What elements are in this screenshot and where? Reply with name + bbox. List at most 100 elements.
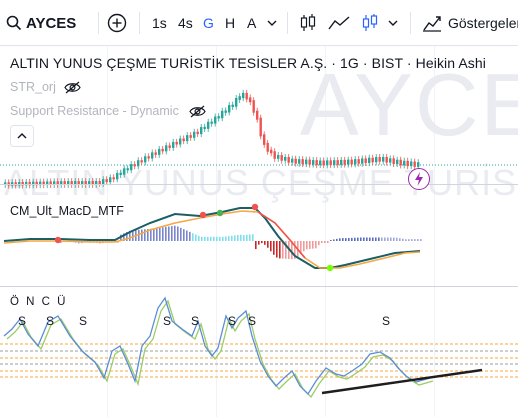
- macd-histogram-bar: [153, 228, 155, 241]
- macd-histogram-bar: [186, 230, 188, 241]
- candle-body: [336, 160, 339, 165]
- candle-body: [130, 164, 133, 171]
- interval-1s[interactable]: 1s: [152, 11, 167, 35]
- candle-body: [231, 104, 234, 108]
- chart-style-dropdown[interactable]: [386, 11, 400, 35]
- candle-body: [249, 97, 252, 103]
- macd-histogram-bar: [342, 238, 344, 241]
- interval-h[interactable]: H: [225, 11, 235, 35]
- candle-body: [284, 156, 287, 161]
- collapse-legend-button[interactable]: [10, 125, 34, 147]
- macd-histogram-bar: [165, 226, 167, 241]
- macd-cross-dot: [251, 203, 259, 211]
- compare-symbol-button[interactable]: [106, 11, 128, 35]
- macd-histogram-bar: [171, 226, 173, 241]
- macd-indicator-label[interactable]: CM_Ult_MacD_MTF: [10, 204, 124, 218]
- candle-body: [294, 158, 297, 164]
- candle-body: [406, 160, 409, 167]
- candle-body: [413, 161, 416, 167]
- pane-divider: [0, 184, 518, 185]
- macd-histogram-bar: [204, 236, 206, 241]
- candle-body: [371, 157, 374, 163]
- interval-dropdown[interactable]: [265, 11, 279, 35]
- candle-body: [301, 159, 304, 165]
- candle-body: [273, 151, 276, 159]
- indicators-label: Göstergeler: [448, 15, 518, 31]
- heikin-ashi-icon: [362, 14, 378, 31]
- macd-cross-dot: [216, 209, 224, 217]
- macd-histogram-bar: [411, 239, 413, 241]
- macd-histogram-bar: [399, 238, 401, 241]
- interval-g[interactable]: G: [203, 11, 214, 35]
- indicators-button[interactable]: Göstergeler: [422, 11, 518, 35]
- candle-body: [165, 145, 168, 152]
- heikin-ashi-style-button[interactable]: [361, 11, 379, 35]
- symbol-search[interactable]: AYCES: [6, 11, 76, 35]
- candle-body: [266, 142, 269, 152]
- oncu-indicator-label[interactable]: Ö N C Ü: [10, 296, 67, 308]
- candle-body: [305, 159, 308, 165]
- alert-button[interactable]: [408, 168, 430, 190]
- chart-area[interactable]: AYCES ALTIN YUNUS ÇEŞME TURİSTİK TESİSLE…: [0, 46, 518, 417]
- candle-body: [221, 110, 224, 119]
- macd-histogram-bar: [195, 234, 197, 241]
- support-trendline[interactable]: [321, 368, 483, 395]
- chevron-down-icon: [267, 20, 277, 26]
- macd-histogram-bar: [237, 235, 239, 241]
- line-style-button[interactable]: [327, 11, 351, 35]
- candle-body: [126, 168, 129, 171]
- top-toolbar: AYCES 1s 4s G H A Göstergeler: [0, 0, 518, 46]
- macd-histogram-bar: [378, 237, 380, 241]
- macd-histogram-bar: [216, 236, 218, 241]
- macd-histogram-bar: [369, 237, 371, 241]
- candle-body: [417, 162, 420, 167]
- candle-body: [186, 135, 189, 142]
- candle-body: [133, 164, 136, 167]
- macd-histogram-bar: [240, 234, 242, 241]
- macd-histogram-bar: [252, 234, 254, 241]
- eye-off-icon[interactable]: [64, 81, 81, 94]
- candle-body: [378, 157, 381, 162]
- candle-body: [326, 160, 329, 166]
- candle-body: [396, 159, 399, 164]
- macd-histogram-bar: [219, 236, 221, 241]
- candle-body: [238, 96, 241, 100]
- candle-body: [340, 159, 343, 165]
- macd-histogram-bar: [312, 241, 314, 249]
- macd-histogram-bar: [279, 241, 281, 259]
- macd-histogram-bar: [231, 235, 233, 241]
- macd-histogram-bar: [327, 241, 329, 243]
- interval-a[interactable]: A: [247, 11, 256, 35]
- candle-body: [193, 131, 196, 138]
- candle-body: [217, 116, 220, 119]
- candle-body: [308, 159, 311, 165]
- candle-body: [329, 160, 332, 166]
- macd-histogram-bar: [408, 239, 410, 241]
- macd-histogram-bar: [414, 239, 416, 241]
- candle-body: [252, 100, 255, 113]
- candle-body: [347, 159, 350, 165]
- interval-4s[interactable]: 4s: [178, 11, 193, 35]
- oncu-signal-label: S: [79, 314, 87, 328]
- candles-style-button[interactable]: [297, 11, 319, 35]
- oncu-signal-label: S: [163, 314, 171, 328]
- oncu-line-blue: [3, 296, 431, 396]
- indicator-str-orj[interactable]: STR_orj: [10, 80, 81, 94]
- macd-histogram-bar: [249, 234, 251, 241]
- macd-histogram-bar: [405, 239, 407, 241]
- eye-off-icon[interactable]: [189, 105, 206, 118]
- macd-histogram-bar: [243, 235, 245, 241]
- candle-body: [172, 141, 175, 148]
- macd-histogram-bar: [360, 237, 362, 241]
- indicator-support-resistance[interactable]: Support Resistance - Dynamic: [10, 104, 206, 118]
- candle-body: [392, 158, 395, 164]
- macd-histogram-bar: [303, 241, 305, 252]
- macd-cross-dot: [54, 236, 62, 244]
- toolbar-divider: [410, 12, 411, 34]
- oncu-signal-label: S: [248, 314, 256, 328]
- macd-histogram-bar: [162, 227, 164, 241]
- macd-cross-dot: [199, 211, 207, 219]
- macd-histogram-bar: [330, 240, 332, 241]
- candle-body: [224, 110, 227, 113]
- candle-body: [277, 155, 280, 159]
